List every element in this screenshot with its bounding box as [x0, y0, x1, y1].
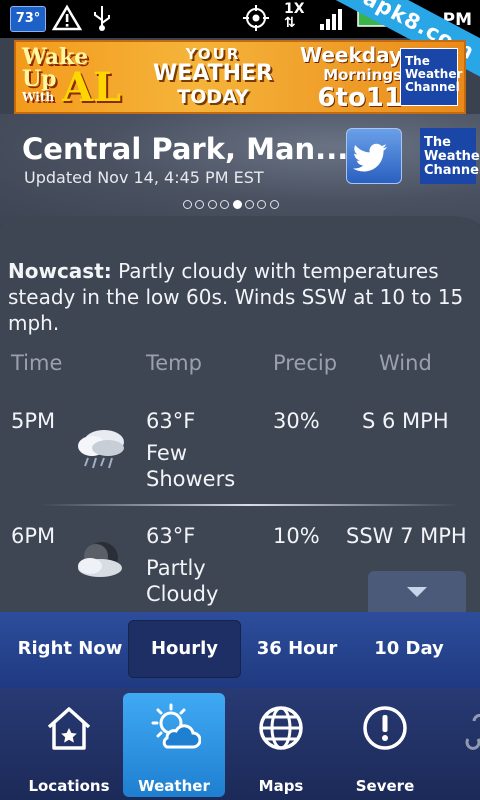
nav-label: Severe: [355, 777, 415, 795]
tab-right-now[interactable]: Right Now: [12, 620, 128, 678]
header-time: Time: [11, 351, 63, 375]
nav-maps[interactable]: Maps: [230, 693, 332, 797]
weather-channel-logo-button[interactable]: The Weather Channel: [420, 128, 480, 184]
ad-weekday-text: Weekday: [299, 43, 402, 67]
page-dot: [257, 200, 267, 209]
scroll-down-button[interactable]: [368, 571, 466, 613]
ad-your-text: YOUR: [185, 45, 241, 63]
page-indicator: [183, 194, 282, 209]
header-temp: Temp: [146, 351, 202, 375]
warning-icon: [52, 4, 82, 31]
page-dot: [232, 200, 242, 209]
ad-schedule: Weekday Mornings 6to11: [290, 44, 402, 112]
nav-locations[interactable]: Locations: [18, 693, 120, 797]
page-dot: [244, 200, 254, 209]
gps-icon: [243, 5, 269, 31]
page-dot: [269, 200, 279, 209]
row-condition-line2: Cloudy: [146, 582, 219, 606]
ad-banner[interactable]: Wake Up With AL YOUR WEATHER TODAY Weekd…: [14, 40, 466, 114]
header-precip: Precip: [273, 351, 338, 375]
more-partial-icon: [465, 713, 480, 750]
usb-icon: [94, 6, 110, 31]
ad-today-text: TODAY: [177, 86, 249, 108]
row-wind: S 6 MPH: [362, 409, 449, 433]
chevron-down-icon: [407, 587, 427, 597]
tab-hourly[interactable]: Hourly: [128, 620, 241, 678]
ad-mornings-text: Mornings: [323, 66, 402, 84]
row-divider: [40, 504, 460, 506]
forecast-tabs: Right Now Hourly 36 Hour 10 Day: [0, 612, 480, 688]
twitter-bird-icon: [352, 143, 387, 172]
row-wind: SSW 7 MPH: [346, 524, 467, 548]
row-condition-line2: Showers: [146, 467, 236, 491]
forecast-panel: Nowcast: Partly cloudy with temperatures…: [0, 216, 480, 613]
page-dot: [220, 200, 230, 209]
ad-show-title: YOUR WEATHER TODAY: [138, 46, 288, 108]
home-star-icon: [47, 707, 91, 750]
ad-channel-logo: The Weather Channel: [400, 48, 462, 106]
signal-icon: [320, 9, 342, 30]
sun-cloud-icon: [151, 703, 201, 749]
tab-36-hour[interactable]: 36 Hour: [241, 620, 353, 678]
alert-circle-icon: [363, 706, 407, 750]
row-time: 5PM: [11, 409, 56, 433]
nav-more[interactable]: [440, 693, 480, 797]
ad-hours-text: 6to11: [317, 83, 402, 113]
nav-label: Locations: [28, 777, 110, 795]
page-dot: [207, 200, 217, 209]
ad-show-logo: Wake Up With AL: [22, 46, 126, 110]
header-wind: Wind: [379, 351, 432, 375]
data-arrows-icon: ⇅: [284, 15, 296, 31]
row-time: 6PM: [11, 524, 56, 548]
row-temp: 63°F: [146, 524, 196, 548]
nav-label: Weather: [138, 777, 210, 795]
tab-10-day[interactable]: 10 Day: [353, 620, 465, 678]
row-precip: 30%: [273, 409, 320, 433]
ad-al-text: AL: [62, 64, 122, 111]
nowcast-label: Nowcast:: [8, 259, 112, 283]
partly-cloudy-night-icon: [78, 542, 122, 577]
data-speed-indicator: 1X ⇅: [284, 2, 305, 30]
location-title[interactable]: Central Park, Man...: [22, 132, 348, 166]
row-precip: 10%: [273, 524, 320, 548]
rain-cloud-icon: [78, 430, 124, 469]
nav-label: Maps: [258, 777, 304, 795]
row-condition-line1: Few: [146, 441, 188, 465]
page-dot: [195, 200, 205, 209]
row-temp: 63°F: [146, 409, 196, 433]
bottom-navigation: Locations Weather Maps Severe: [0, 688, 480, 800]
location-header: Central Park, Man... Updated Nov 14, 4:4…: [0, 114, 480, 224]
page-dot: [183, 200, 192, 209]
globe-icon: [259, 706, 303, 750]
nav-weather[interactable]: Weather: [123, 693, 225, 797]
nowcast-text: Nowcast: Partly cloudy with temperatures…: [8, 258, 476, 336]
ad-weather-text: WEATHER: [152, 61, 273, 86]
twitter-button[interactable]: [346, 128, 402, 184]
updated-timestamp: Updated Nov 14, 4:45 PM EST: [24, 168, 264, 187]
row-condition-line1: Partly: [146, 556, 206, 580]
nav-severe[interactable]: Severe: [334, 693, 436, 797]
status-bar: 73° 1X ⇅ PM apk8.com: [0, 0, 480, 80]
temperature-badge: 73°: [10, 6, 46, 32]
